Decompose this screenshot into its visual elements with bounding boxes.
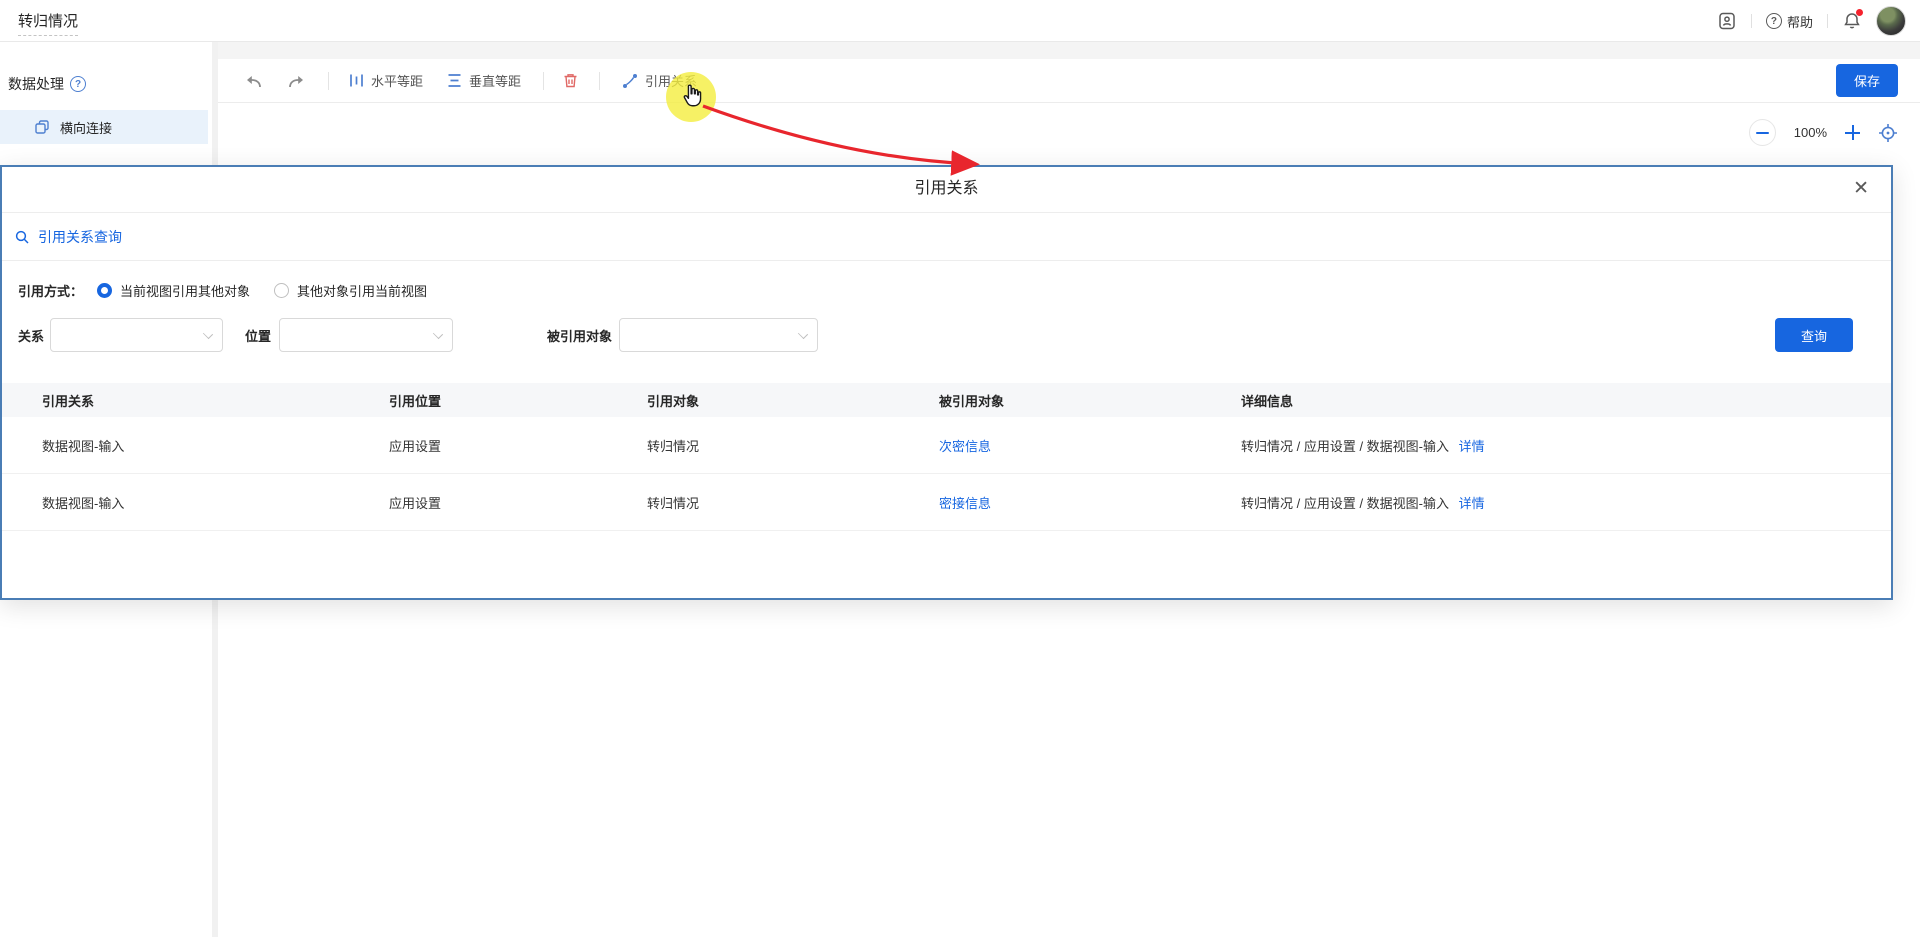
notification-dot — [1856, 9, 1863, 16]
undo-button[interactable] — [244, 73, 262, 89]
reference-table: 引用关系 引用位置 引用对象 被引用对象 详细信息 数据视图-输入 应用设置 转… — [2, 383, 1891, 531]
help-label: 帮助 — [1787, 12, 1813, 31]
radio-label-others[interactable]: 其他对象引用当前视图 — [297, 281, 427, 300]
detail-link[interactable]: 详情 — [1459, 439, 1485, 454]
avatar[interactable] — [1876, 6, 1906, 36]
cell-ref-position: 应用设置 — [389, 493, 647, 512]
connector-icon — [622, 73, 638, 89]
col-ref-object: 引用对象 — [647, 391, 939, 410]
toolbar: 水平等距 垂直等距 引用关系 保存 — [218, 59, 1920, 103]
reference-mode-label: 引用方式： — [18, 281, 83, 300]
detail-path: 转归情况 / 应用设置 / 数据视图-输入 — [1241, 496, 1449, 511]
toolbar-divider — [328, 72, 329, 90]
notifications-button[interactable] — [1842, 11, 1862, 31]
cell-ref-relation: 数据视图-输入 — [42, 493, 389, 512]
relation-select[interactable] — [50, 318, 223, 352]
table-header-row: 引用关系 引用位置 引用对象 被引用对象 详细信息 — [2, 383, 1891, 417]
modal-title: 引用关系 — [2, 167, 1891, 211]
reference-relations-button[interactable]: 引用关系 — [622, 71, 697, 90]
horizontal-bars-icon — [447, 73, 462, 88]
app-header: 转归情况 ? 帮助 — [0, 0, 1920, 42]
divider — [1827, 14, 1828, 28]
redo-button[interactable] — [288, 73, 306, 89]
contacts-icon[interactable] — [1717, 11, 1737, 31]
trash-icon — [562, 72, 579, 89]
help-button[interactable]: ? 帮助 — [1766, 12, 1813, 31]
save-button[interactable]: 保存 — [1836, 64, 1898, 97]
radio-label-current[interactable]: 当前视图引用其他对象 — [120, 281, 250, 300]
col-ref-position: 引用位置 — [389, 391, 647, 410]
fit-view-button[interactable] — [1878, 123, 1898, 143]
overlap-squares-icon — [34, 119, 50, 135]
reference-relations-modal: 引用关系 ✕ 引用关系查询 引用方式： 当前视图引用其他对象 其他对象引用当前视… — [0, 165, 1893, 600]
zoom-level: 100% — [1794, 125, 1827, 140]
toolbar-divider — [599, 72, 600, 90]
filter-row: 关系 位置 被引用对象 查询 — [18, 318, 1891, 352]
query-button[interactable]: 查询 — [1775, 318, 1853, 352]
table-row: 数据视图-输入 应用设置 转归情况 次密信息 转归情况 / 应用设置 / 数据视… — [2, 417, 1891, 474]
zoom-out-button[interactable] — [1749, 119, 1776, 146]
minus-icon — [1756, 132, 1769, 134]
referenced-object-label: 被引用对象 — [547, 326, 612, 345]
crosshair-icon — [1878, 123, 1898, 143]
vertical-bars-icon — [349, 73, 364, 88]
reference-relations-label: 引用关系 — [645, 71, 697, 90]
zoom-controls: 100% — [1749, 119, 1898, 146]
cell-ref-relation: 数据视图-输入 — [42, 436, 389, 455]
toolbar-divider — [543, 72, 544, 90]
page-title[interactable]: 转归情况 — [18, 10, 78, 36]
section-title-text: 数据处理 — [8, 74, 64, 94]
referenced-object-link[interactable]: 密接信息 — [939, 496, 991, 511]
cell-ref-object: 转归情况 — [647, 493, 939, 512]
relation-label: 关系 — [18, 326, 44, 345]
zoom-in-button[interactable] — [1845, 125, 1860, 140]
search-link-label: 引用关系查询 — [38, 227, 122, 247]
detail-link[interactable]: 详情 — [1459, 496, 1485, 511]
referenced-object-link[interactable]: 次密信息 — [939, 439, 991, 454]
col-referenced-object: 被引用对象 — [939, 391, 1241, 410]
delete-button[interactable] — [562, 72, 579, 89]
horizontal-spacing-button[interactable]: 水平等距 — [349, 71, 423, 90]
reference-mode-row: 引用方式： 当前视图引用其他对象 其他对象引用当前视图 — [18, 281, 1891, 300]
sidebar-section-title: 数据处理 ? — [8, 74, 212, 94]
modal-header: 引用关系 ✕ — [2, 167, 1891, 213]
help-circle-icon: ? — [1766, 13, 1782, 29]
referenced-object-select[interactable] — [619, 318, 818, 352]
reference-search-link[interactable]: 引用关系查询 — [2, 213, 1891, 261]
cell-ref-object: 转归情况 — [647, 436, 939, 455]
position-select[interactable] — [279, 318, 453, 352]
horizontal-spacing-label: 水平等距 — [371, 71, 423, 90]
radio-others-reference-current-view[interactable] — [274, 283, 289, 298]
chevron-down-icon — [798, 329, 808, 339]
chevron-down-icon — [203, 329, 213, 339]
position-label: 位置 — [245, 326, 271, 345]
detail-path: 转归情况 / 应用设置 / 数据视图-输入 — [1241, 439, 1449, 454]
table-row: 数据视图-输入 应用设置 转归情况 密接信息 转归情况 / 应用设置 / 数据视… — [2, 474, 1891, 531]
redo-arrow-icon — [288, 73, 306, 89]
section-help-icon[interactable]: ? — [70, 76, 86, 92]
undo-arrow-icon — [244, 73, 262, 89]
radio-current-view-references-others[interactable] — [97, 283, 112, 298]
sidebar-item-horizontal-join[interactable]: 横向连接 — [0, 110, 208, 144]
cell-ref-position: 应用设置 — [389, 436, 647, 455]
col-detail-info: 详细信息 — [1241, 391, 1867, 410]
chevron-down-icon — [433, 329, 443, 339]
search-icon — [14, 229, 30, 245]
modal-body: 引用方式： 当前视图引用其他对象 其他对象引用当前视图 关系 位置 被引用对象 … — [2, 281, 1891, 531]
header-actions: ? 帮助 — [1717, 0, 1906, 42]
vertical-spacing-label: 垂直等距 — [469, 71, 521, 90]
sidebar-item-label: 横向连接 — [60, 118, 112, 137]
vertical-spacing-button[interactable]: 垂直等距 — [447, 71, 521, 90]
divider — [1751, 14, 1752, 28]
close-icon[interactable]: ✕ — [1853, 176, 1869, 202]
col-ref-relation: 引用关系 — [42, 391, 389, 410]
